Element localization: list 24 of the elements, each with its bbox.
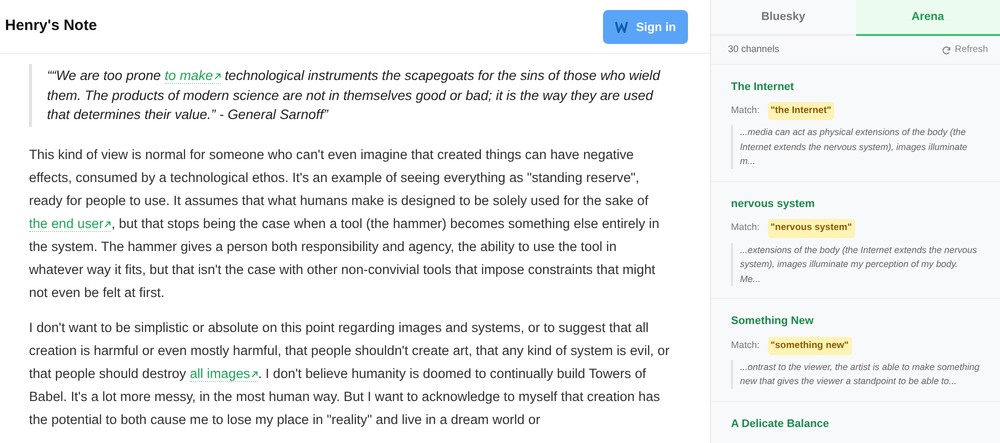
match-highlight: "nervous system" — [768, 219, 855, 238]
channel-title[interactable]: The Internet — [731, 78, 980, 95]
match-label: Match: — [731, 338, 760, 352]
match-label: Match: — [731, 221, 760, 236]
text-link[interactable]: to make — [164, 68, 221, 84]
tab[interactable]: Arena — [856, 0, 1000, 36]
match-highlight: "the Internet" — [768, 102, 834, 120]
excerpt-text: ...ontrast to the viewer, the artist is able to make something new that gives the viewer a standpoint to be able to... — [731, 360, 980, 389]
match-highlight: "something new" — [768, 336, 852, 355]
page-title: Henry's Note — [5, 16, 97, 36]
channel-title[interactable]: nervous system — [731, 196, 980, 212]
excerpt-text: ...extensions of the body (the Internet extends the nervous system), images illuminate my perception of my body. Me... — [731, 242, 980, 286]
sign-in-button[interactable]: Sign in — [603, 10, 688, 44]
match-label: Match: — [731, 104, 760, 118]
paragraph: I don't want to be simplistic or absolute on this point regarding images and systems, or to suggest that all creation is harmful or even mostly harmful, that people shouldn't create art, that any kind of system is evil, or that people should destroy all images . I don't believe humanity is doomed to continually build Towers of Babel. It's a lot more messy, in the most human way. But I want to acknowledge to myself that creation has the potential to both cause me to lose my place in "reality" and live in a dream world or — [29, 318, 670, 429]
excerpt-text: ...media can act as physical extensions of the body (the Internet extends the nervous system), images illuminate m... — [731, 125, 980, 169]
channel-title[interactable]: Something New — [731, 313, 980, 330]
refresh-button[interactable]: Refresh — [942, 43, 988, 58]
text-link[interactable]: all images — [190, 366, 258, 382]
quote-text: ““We are too prone to make technological instruments the scapegoats for the sins of those who wield them. The products of modern science are not in themselves good or bad; it is the way they are used that determines their value.” - General Sarnoff” — [29, 64, 670, 126]
channel-title[interactable]: A Delicate Balance — [731, 416, 980, 432]
paragraph: This kind of view is normal for someone who can't even imagine that created things can have negative effects, consumed by a technological ethos. It's an example of seeing everything as "standing reserve", ready for people to use. It assumes that what humans make is designed to be solely used for the sake of the end user , but that stops being the case when a tool (the hammer) becomes something else entirely in the system. The hammer gives a person both responsibility and agency, the ability to use the tool in whatever way it fits, but that isn't the case with other non-convivial tools that impose constraints that might not even be felt at first. — [29, 146, 660, 302]
channel-count: 30 channels — [728, 43, 780, 58]
text-link[interactable]: the end user — [29, 216, 112, 232]
